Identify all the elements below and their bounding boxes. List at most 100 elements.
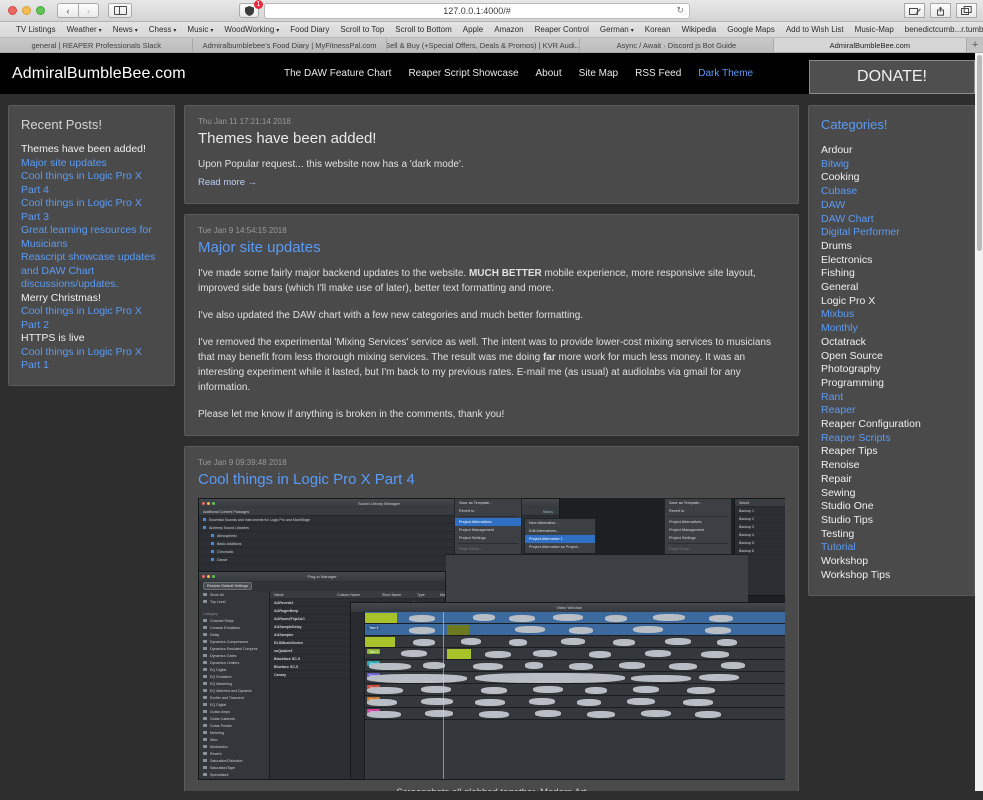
checkbox-icon[interactable] [211,534,214,537]
track-row-take-5[interactable]: Take 5 [365,660,785,672]
bookmark-9[interactable]: Apple [463,25,483,34]
plugin-category[interactable]: EQ Emulated [199,673,269,680]
nav-item-rss-feed[interactable]: RSS Feed [635,68,681,79]
submenu-item-edit-alternatives[interactable]: Edit Alternatives... [525,527,595,535]
plugin-category[interactable]: EQ Matched and Dynamic [199,687,269,694]
category-link-tutorial[interactable]: Tutorial [821,541,962,555]
category-link-digital-performer[interactable]: Digital Performer [821,226,962,240]
category-link-reaper[interactable]: Reaper [821,404,962,418]
menu-item-revert-to[interactable]: Revert to [455,507,521,515]
category-link-drums[interactable]: Drums [821,240,962,254]
bookmark-14[interactable]: Wikipedia [682,25,717,34]
backup-row[interactable]: Backup 112/30/21 10:03:23 [735,507,785,515]
page-scrollbar[interactable] [975,53,983,791]
donate-button[interactable]: DONATE! [809,60,975,94]
bookmark-15[interactable]: Google Maps [727,25,775,34]
plugin-category[interactable]: Guitar Pedals [199,722,269,729]
checkbox-icon[interactable] [203,518,206,521]
track-row-take-6[interactable]: Take 6 [365,648,785,660]
category-link-workshop[interactable]: Workshop [821,555,962,569]
category-link-daw-chart[interactable]: DAW Chart [821,213,962,227]
category-link-studio-tips[interactable]: Studio Tips [821,514,962,528]
plugin-category[interactable]: Delay [199,631,269,638]
navigation-buttons[interactable]: ‹ › [57,3,99,18]
backup-row[interactable]: Backup 412/27/21 11:12:02 [735,531,785,539]
bookmark-8[interactable]: Scroll to Bottom [395,25,451,34]
menu-item-project-alternatives[interactable]: Project Alternatives [455,518,521,526]
bookmark-4[interactable]: Music▾ [187,25,213,34]
tab-0[interactable]: general | REAPER Professionals Slack [0,38,193,52]
category-link-photography[interactable]: Photography [821,363,962,377]
category-link-electronics[interactable]: Electronics [821,254,962,268]
plugin-category[interactable]: Guitar Amps [199,708,269,715]
menu-item-project-management[interactable]: Project Management [455,526,521,534]
post-title-link[interactable]: Themes have been added! [198,130,785,147]
plugin-category[interactable]: Reverb [199,750,269,757]
submenu-item-project-alternative-1[interactable]: Project Alternative 1 [525,535,595,543]
read-more-link[interactable]: Read more → [198,177,257,188]
recent-post-link-9[interactable]: Cool things in Logic Pro X Part 1 [21,346,162,373]
category-link-cooking[interactable]: Cooking [821,171,962,185]
tab-1[interactable]: Admiralbumblebee's Food Diary | MyFitnes… [193,38,386,52]
zoom-window-button[interactable] [36,6,45,15]
bookmark-0[interactable]: TV Listings [16,25,56,34]
category-link-studio-one[interactable]: Studio One [821,500,962,514]
category-link-sewing[interactable]: Sewing [821,487,962,501]
nav-item-about[interactable]: About [536,68,562,79]
bookmark-3[interactable]: Chess▾ [149,25,177,34]
checkbox-icon[interactable] [211,550,214,553]
recent-post-link-7[interactable]: Cool things in Logic Pro X Part 2 [21,305,162,332]
category-link-reaper-configuration[interactable]: Reaper Configuration [821,418,962,432]
track-row-take-8[interactable]: Take 8 [365,624,785,636]
restore-default-settings-button[interactable]: Restore Default Settings [203,582,252,590]
backup-row[interactable]: Backup 312/28/21 10:21:11 [735,523,785,531]
plugin-category[interactable]: Misc [199,736,269,743]
scrollbar-thumb[interactable] [977,55,982,251]
plugin-category[interactable]: Saturation/Distortion [199,757,269,764]
plugin-category[interactable]: Utility [199,778,269,780]
bookmark-18[interactable]: benedictcumb...r.tumblr.com [905,25,983,34]
close-window-button[interactable] [8,6,17,15]
toggle-sidebar-button[interactable] [108,3,132,18]
bookmark-1[interactable]: Weather▾ [67,25,102,34]
category-link-monthly[interactable]: Monthly [821,322,962,336]
plugin-category[interactable]: Console Emulation [199,624,269,631]
url-input[interactable]: 127.0.0.1:4000/# ↻ [264,3,690,19]
track-row-take-4[interactable]: Take 4 [365,672,785,684]
share-button[interactable] [930,3,951,18]
track-row-take-3[interactable]: Take 3 [365,684,785,696]
track-row-take-9[interactable]: Take 9 [365,612,785,624]
menu-item-project-management[interactable]: Project Management [665,526,731,534]
checkbox-icon[interactable] [211,558,214,561]
audio-clip-selected[interactable] [447,649,471,659]
category-link-cubase[interactable]: Cubase [821,185,962,199]
category-link-bitwig[interactable]: Bitwig [821,158,962,172]
submenu-item-project-alternative-as-project[interactable]: Project Alternative as Project... [525,543,595,551]
plugin-category[interactable]: EQ Mastering [199,680,269,687]
category-link-renoise[interactable]: Renoise [821,459,962,473]
category-link-reaper-tips[interactable]: Reaper Tips [821,445,962,459]
site-logo[interactable]: AdmiralBumbleBee.com [12,65,186,83]
menu-item-project-settings[interactable]: Project Settings [455,534,521,542]
bookmark-5[interactable]: WoodWorking▾ [224,25,279,34]
checkbox-icon[interactable] [203,526,206,529]
track-row-take-2[interactable]: Take 2 [365,696,785,708]
recent-post-link-4[interactable]: Great learning resources for Musicians [21,224,162,251]
menu-item-project-alternatives[interactable]: Project Alternatives [665,518,731,526]
recent-post-link-1[interactable]: Major site updates [21,157,162,171]
track-row-take-7[interactable]: Take 7 [365,636,785,648]
filter-show-all[interactable]: Show All [199,591,269,598]
plugin-category[interactable]: Channel Strips [199,617,269,624]
post-title-link[interactable]: Major site updates [198,239,785,256]
plugin-category[interactable]: EQ Digital [199,701,269,708]
nav-item-dark-theme[interactable]: Dark Theme [698,68,753,79]
backup-row[interactable]: Backup 512/26/21 09:52:40 [735,539,785,547]
menu-item-revert-to[interactable]: Revert to [665,507,731,515]
compose-mail-button[interactable] [904,3,925,18]
bookmark-12[interactable]: German▾ [600,25,634,34]
reload-icon[interactable]: ↻ [676,5,684,16]
track-row-take-1[interactable]: Take 1 [365,708,785,720]
checkbox-icon[interactable] [211,542,214,545]
plugin-category[interactable]: Dynamics Gates [199,652,269,659]
bookmark-2[interactable]: News▾ [113,25,138,34]
